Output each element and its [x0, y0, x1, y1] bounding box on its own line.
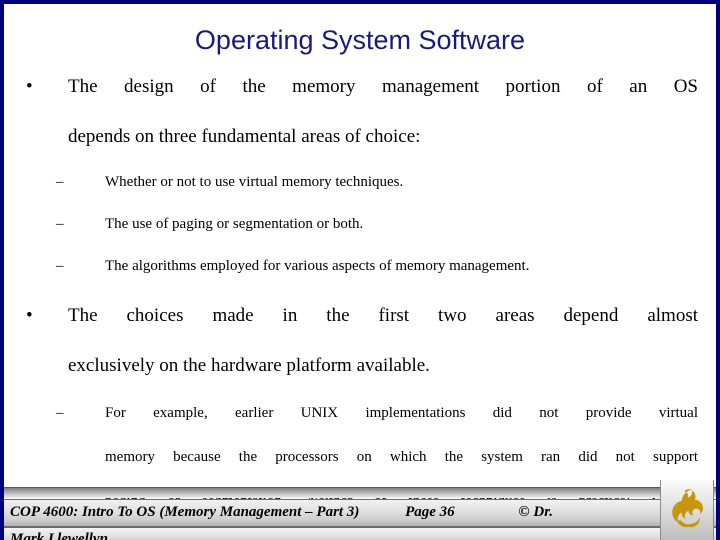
- sub-bullet-text: Whether or not to use virtual memory tec…: [105, 171, 698, 193]
- sub-bullet-text: The algorithms employed for various aspe…: [105, 255, 698, 277]
- sub-bullet-marker: –: [56, 405, 64, 421]
- slide-title: Operating System Software: [194, 25, 526, 55]
- slide-border-top: [0, 0, 720, 4]
- sub-bullet-line: For example, earlier UNIX implementation…: [105, 405, 698, 421]
- bullet-marker: •: [26, 76, 33, 97]
- sub-bullet-marker: –: [56, 258, 64, 274]
- bullet-item-1: • The design of the memory management po…: [0, 74, 720, 149]
- sub-bullet-item-1: – Whether or not to use virtual memory t…: [0, 171, 720, 193]
- footer-bottom-bar: [4, 527, 716, 540]
- bullet-marker: •: [26, 305, 33, 326]
- bullet-line: The choices made in the first two areas …: [68, 305, 698, 326]
- slide-body: • The design of the memory management po…: [0, 74, 720, 540]
- sub-bullet-marker: –: [56, 174, 64, 190]
- bullet-text: The choices made in the first two areas …: [68, 303, 698, 378]
- footer-course-label: COP 4600: Intro To OS (Memory Management…: [10, 504, 360, 520]
- sub-bullet-item-3: – The algorithms employed for various as…: [0, 255, 720, 277]
- sub-bullet-line: memory because the processors on which t…: [105, 449, 698, 465]
- sub-bullet-text: The use of paging or segmentation or bot…: [105, 213, 698, 235]
- logo-container: [660, 480, 714, 540]
- bullet-item-2: • The choices made in the first two area…: [0, 303, 720, 378]
- sub-bullet-line: Whether or not to use virtual memory tec…: [105, 174, 404, 190]
- footer-divider-bar: [4, 487, 716, 498]
- sub-bullet-item-2: – The use of paging or segmentation or b…: [0, 213, 720, 235]
- bullet-line: The design of the memory management port…: [68, 76, 698, 97]
- slide-canvas: Operating System Software • The design o…: [0, 0, 720, 540]
- sub-bullet-line: The use of paging or segmentation or bot…: [105, 216, 364, 232]
- ucf-pegasus-logo-icon: [672, 489, 704, 528]
- footer-page-number: Page 36: [405, 504, 455, 520]
- bullet-text: The design of the memory management port…: [68, 74, 698, 149]
- footer-info: COP 4600: Intro To OS (Memory Management…: [10, 503, 660, 523]
- footer-copyright: © Dr.: [518, 504, 553, 520]
- sub-bullet-marker: –: [56, 216, 64, 232]
- bullet-line: exclusively on the hardware platform ava…: [68, 355, 430, 376]
- footer-author: Mark Llewellyn: [10, 531, 108, 540]
- sub-bullet-line: The algorithms employed for various aspe…: [105, 258, 530, 274]
- bullet-line: depends on three fundamental areas of ch…: [68, 126, 421, 147]
